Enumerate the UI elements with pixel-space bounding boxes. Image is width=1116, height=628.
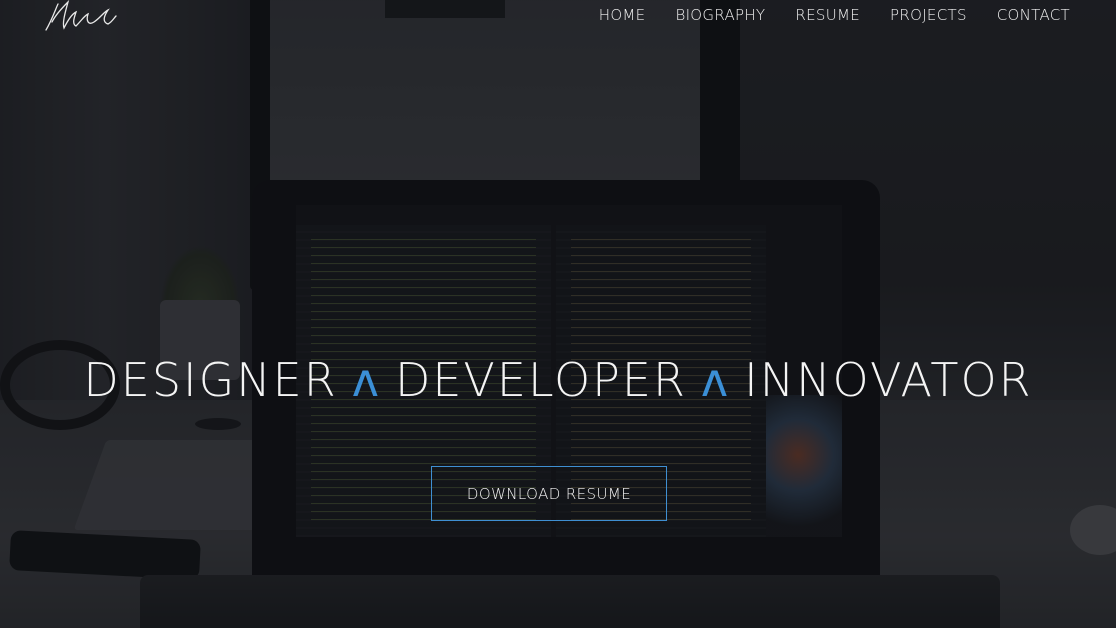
hero-title: DESIGNER ʌ DEVELOPER ʌ INNOVATOR <box>0 350 1116 410</box>
nav-projects[interactable]: PROJECTS <box>890 5 967 25</box>
nav-home[interactable]: HOME <box>599 5 646 25</box>
nav-contact[interactable]: CONTACT <box>997 5 1070 25</box>
hero-separator-icon: ʌ <box>700 353 731 407</box>
hero-separator-icon: ʌ <box>351 353 381 407</box>
hero-word-innovator: INNOVATOR <box>744 353 1033 407</box>
nav-resume[interactable]: RESUME <box>795 5 860 25</box>
hero-word-designer: DESIGNER <box>83 353 338 407</box>
download-resume-button[interactable]: DOWNLOAD RESUME <box>431 466 667 521</box>
hero-background <box>0 0 1116 628</box>
nav-biography[interactable]: BIOGRAPHY <box>675 5 765 25</box>
signature-logo-icon[interactable] <box>42 0 122 34</box>
main-nav: HOME BIOGRAPHY RESUME PROJECTS CONTACT <box>599 5 1070 25</box>
hero-word-developer: DEVELOPER <box>394 353 687 407</box>
dark-overlay <box>0 0 1116 628</box>
